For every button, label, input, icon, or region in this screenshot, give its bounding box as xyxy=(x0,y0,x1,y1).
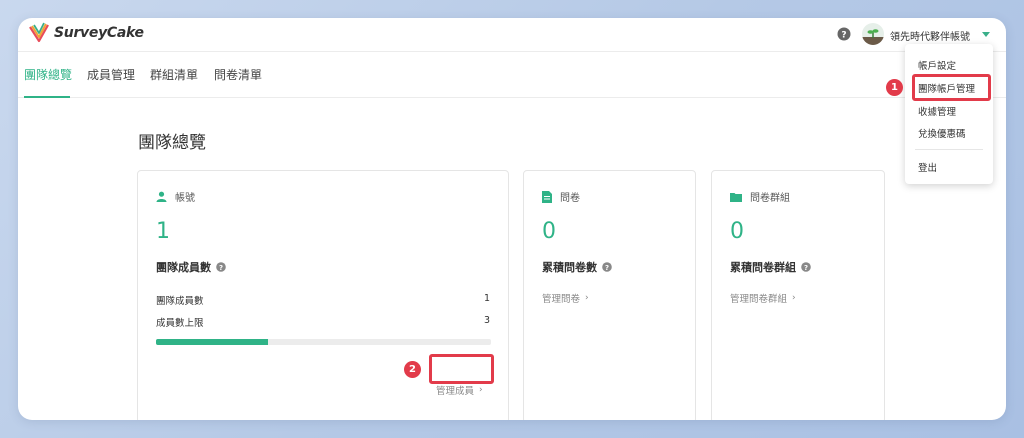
member-progress-bar xyxy=(156,339,491,345)
card-header: 帳號 xyxy=(156,189,195,204)
top-bar: SurveyCake ? 領先時代夥伴帳號 xyxy=(18,18,1006,52)
app-window: SurveyCake ? 領先時代夥伴帳號 團隊總覽 成員管理 群組清單 問卷清… xyxy=(18,18,1006,420)
step-badge-1: 1 xyxy=(886,79,903,96)
metric-label: 累積問卷數 xyxy=(542,261,597,274)
card-metric: 累積問卷數 ? xyxy=(542,259,612,275)
tab-surveys[interactable]: 問卷清單 xyxy=(214,66,262,83)
menu-item-receipt-management[interactable]: 收據管理 xyxy=(918,104,956,118)
manage-surveys-link[interactable]: 管理問卷 › xyxy=(542,291,589,305)
highlight-box-step2 xyxy=(429,354,494,384)
menu-item-account-settings[interactable]: 帳戶設定 xyxy=(918,58,956,72)
member-count-value: 1 xyxy=(156,219,170,244)
account-name[interactable]: 領先時代夥伴帳號 xyxy=(890,28,970,43)
plant-icon xyxy=(862,29,884,45)
folder-icon xyxy=(730,192,742,202)
card-header-label: 帳號 xyxy=(175,193,195,204)
stat-row: 成員數上限 3 xyxy=(156,315,490,329)
help-icon[interactable]: ? xyxy=(837,27,851,41)
manage-members-link[interactable]: 管理成員 › xyxy=(436,383,483,397)
svg-text:?: ? xyxy=(219,264,223,272)
step-badge-2: 2 xyxy=(404,361,421,378)
stat-row: 團隊成員數 1 xyxy=(156,293,490,307)
progress-fill xyxy=(156,339,268,345)
avatar[interactable] xyxy=(862,23,884,45)
menu-item-redeem-coupon[interactable]: 兌換優惠碼 xyxy=(918,126,966,140)
link-label: 管理問卷群組 xyxy=(730,294,788,305)
card-header: 問卷群組 xyxy=(730,189,790,204)
card-header: 問卷 xyxy=(542,189,580,204)
document-icon xyxy=(542,190,552,203)
user-icon xyxy=(156,191,167,202)
caret-down-icon[interactable] xyxy=(982,32,990,37)
survey-count-value: 0 xyxy=(542,219,556,244)
chevron-right-icon: › xyxy=(792,293,796,303)
stat-label: 團隊成員數 xyxy=(156,296,204,307)
menu-divider xyxy=(915,149,983,150)
stat-value: 1 xyxy=(483,293,490,304)
chevron-right-icon: › xyxy=(585,293,589,303)
metric-label: 團隊成員數 xyxy=(156,261,211,274)
surveys-card: 問卷 0 累積問卷數 ? 管理問卷 › xyxy=(523,170,696,420)
survey-group-count-value: 0 xyxy=(730,219,744,244)
svg-text:?: ? xyxy=(804,264,808,272)
question-icon[interactable]: ? xyxy=(216,262,226,272)
svg-text:?: ? xyxy=(605,264,609,272)
tab-members[interactable]: 成員管理 xyxy=(87,66,135,83)
question-icon[interactable]: ? xyxy=(801,262,811,272)
tab-groups[interactable]: 群組清單 xyxy=(150,66,198,83)
logo-text: SurveyCake xyxy=(54,25,144,41)
active-tab-indicator xyxy=(24,96,70,98)
manage-survey-groups-link[interactable]: 管理問卷群組 › xyxy=(730,291,796,305)
svg-text:?: ? xyxy=(841,31,846,41)
logo-icon xyxy=(29,22,49,43)
card-header-label: 問卷群組 xyxy=(750,193,790,204)
tab-overview[interactable]: 團隊總覽 xyxy=(24,66,72,83)
chevron-right-icon: › xyxy=(479,385,483,395)
highlight-box-step1 xyxy=(912,74,991,101)
link-label: 管理問卷 xyxy=(542,294,581,305)
page-title: 團隊總覽 xyxy=(138,133,206,153)
menu-item-logout[interactable]: 登出 xyxy=(918,160,937,174)
card-metric: 累積問卷群組 ? xyxy=(730,259,811,275)
surveycake-logo[interactable]: SurveyCake xyxy=(28,22,144,44)
survey-groups-card: 問卷群組 0 累積問卷群組 ? 管理問卷群組 › xyxy=(711,170,885,420)
card-header-label: 問卷 xyxy=(560,193,580,204)
metric-label: 累積問卷群組 xyxy=(730,261,796,274)
card-metric: 團隊成員數 ? xyxy=(156,259,226,275)
link-label: 管理成員 xyxy=(436,386,475,397)
stat-label: 成員數上限 xyxy=(156,318,204,329)
tab-bar: 團隊總覽 成員管理 群組清單 問卷清單 xyxy=(18,52,1006,98)
account-dropdown-menu: 帳戶設定 團隊帳戶管理 收據管理 兌換優惠碼 登出 xyxy=(905,44,993,184)
stat-value: 3 xyxy=(483,315,490,326)
question-icon[interactable]: ? xyxy=(602,262,612,272)
